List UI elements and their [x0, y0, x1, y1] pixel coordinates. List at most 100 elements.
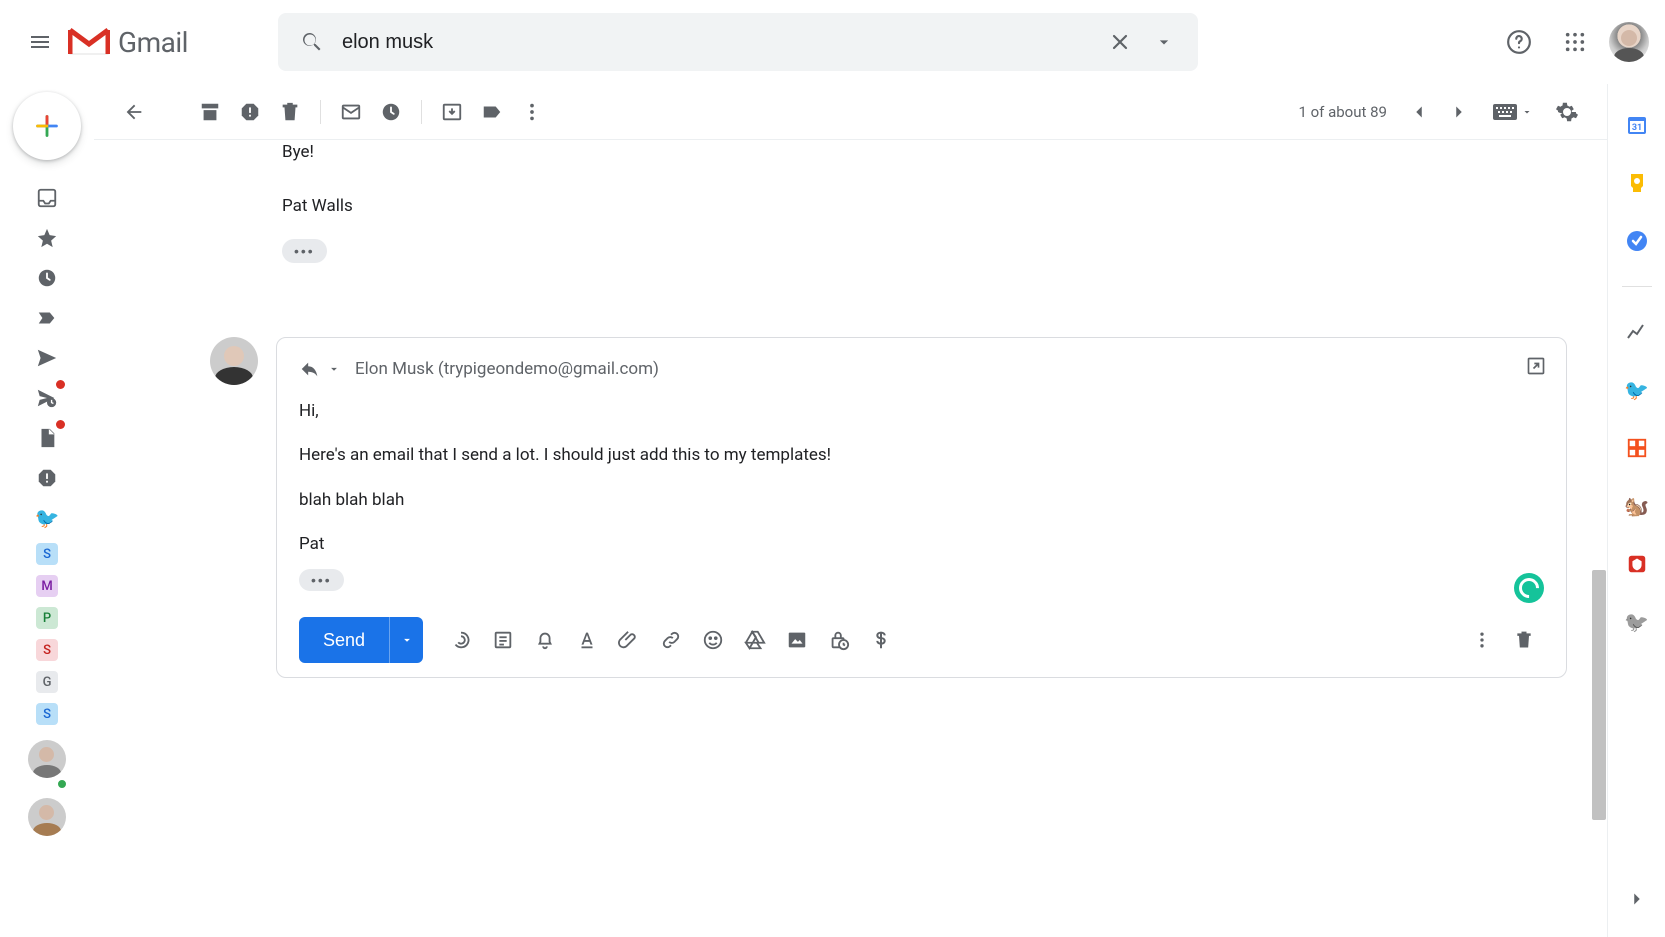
- sidebar-snoozed[interactable]: [31, 262, 63, 294]
- gmail-logo[interactable]: Gmail: [68, 26, 188, 59]
- sidebar-pigeon[interactable]: 🐦: [31, 502, 63, 534]
- money-button[interactable]: [861, 620, 901, 660]
- archive-button[interactable]: [190, 92, 230, 132]
- send-button[interactable]: Send: [299, 617, 389, 663]
- sidebar-label-6[interactable]: S: [36, 703, 58, 725]
- search-input[interactable]: [334, 31, 1098, 54]
- shield-icon: [1626, 553, 1648, 575]
- sidebar-label-3[interactable]: P: [36, 607, 58, 629]
- sidebar-drafts[interactable]: [31, 422, 63, 454]
- sidebar-sent[interactable]: [31, 342, 63, 374]
- formatting-button[interactable]: [567, 620, 607, 660]
- templates-button[interactable]: [483, 620, 523, 660]
- apps-button[interactable]: [1553, 20, 1597, 64]
- prev-msg-signature: Pat Walls: [282, 194, 1607, 220]
- insert-photo-button[interactable]: [777, 620, 817, 660]
- popout-button[interactable]: [1526, 356, 1546, 376]
- report-icon: [239, 101, 261, 123]
- attach-button[interactable]: [609, 620, 649, 660]
- chevron-down-icon: [1521, 106, 1533, 118]
- grammarly-button[interactable]: [1514, 573, 1544, 603]
- reply-icon: [299, 358, 321, 380]
- support-button[interactable]: [1497, 20, 1541, 64]
- more-actions-button[interactable]: [512, 92, 552, 132]
- sidebar-inbox[interactable]: [31, 182, 63, 214]
- expand-panel-button[interactable]: [1619, 881, 1655, 917]
- reminder-button[interactable]: [525, 620, 565, 660]
- compose-sender-avatar[interactable]: [210, 337, 258, 385]
- compose-body[interactable]: Hi, Here's an email that I send a lot. I…: [299, 398, 1544, 557]
- report-spam-button[interactable]: [230, 92, 270, 132]
- keep-addon[interactable]: [1624, 170, 1650, 196]
- compose-recipient[interactable]: Elon Musk (trypigeondemo@gmail.com): [355, 359, 659, 379]
- delete-button[interactable]: [270, 92, 310, 132]
- search-icon[interactable]: [290, 20, 334, 64]
- search-box[interactable]: [278, 13, 1198, 71]
- image-icon: [786, 629, 808, 651]
- reply-type-button[interactable]: [299, 358, 341, 380]
- compose-line: Hi,: [299, 398, 1544, 424]
- move-to-button[interactable]: [432, 92, 472, 132]
- calendar-addon[interactable]: 31: [1624, 112, 1650, 138]
- addon-bird[interactable]: 🐦: [1624, 377, 1650, 403]
- presence-indicator: [56, 778, 68, 790]
- drive-icon: [744, 629, 766, 651]
- pigeon-button[interactable]: [441, 620, 481, 660]
- discard-button[interactable]: [1504, 620, 1544, 660]
- sidebar-important[interactable]: [31, 302, 63, 334]
- drive-button[interactable]: [735, 620, 775, 660]
- next-page-button[interactable]: [1439, 92, 1479, 132]
- confidential-button[interactable]: [819, 620, 859, 660]
- chevron-down-icon: [327, 362, 341, 376]
- sidebar-label-5[interactable]: G: [36, 671, 58, 693]
- clear-search-button[interactable]: [1098, 20, 1142, 64]
- paperclip-icon: [618, 629, 640, 651]
- account-avatar[interactable]: [1609, 22, 1649, 62]
- tasks-addon[interactable]: [1624, 228, 1650, 254]
- sidebar-label-2[interactable]: M: [36, 575, 58, 597]
- apps-grid-icon: [1564, 31, 1586, 53]
- clock-icon: [380, 101, 402, 123]
- prev-page-button[interactable]: [1399, 92, 1439, 132]
- template-icon: [492, 629, 514, 651]
- compose-more-button[interactable]: [1462, 620, 1502, 660]
- important-tag-icon: [36, 307, 58, 329]
- sidebar-spam[interactable]: [31, 462, 63, 494]
- mark-unread-button[interactable]: [331, 92, 371, 132]
- back-button[interactable]: [114, 92, 154, 132]
- main-column: 1 of about 89 Bye! Pat Walls •••: [94, 84, 1607, 937]
- addon-analytics[interactable]: [1624, 319, 1650, 345]
- addon-bird-2[interactable]: 🐦: [1624, 609, 1650, 635]
- search-options-button[interactable]: [1142, 20, 1186, 64]
- lock-clock-icon: [828, 629, 850, 651]
- sidebar-starred[interactable]: [31, 222, 63, 254]
- sidebar-label-4[interactable]: S: [36, 639, 58, 661]
- chevron-right-icon: [1626, 888, 1648, 910]
- sidebar-scheduled[interactable]: [31, 382, 63, 414]
- inbox-icon: [36, 187, 58, 209]
- emoji-button[interactable]: [693, 620, 733, 660]
- addon-grid[interactable]: [1624, 435, 1650, 461]
- addon-squirrel[interactable]: 🐿️: [1624, 493, 1650, 519]
- sidebar-label-1[interactable]: S: [36, 543, 58, 565]
- show-trimmed-button[interactable]: •••: [282, 239, 327, 263]
- gear-icon: [1555, 100, 1579, 124]
- content-area: Bye! Pat Walls ••• Elon Musk (trypigeond…: [94, 140, 1607, 937]
- compose-toolbar: Send: [299, 617, 1544, 663]
- main-menu-button[interactable]: [16, 18, 64, 66]
- chart-line-icon: [1625, 320, 1649, 344]
- insert-link-button[interactable]: [651, 620, 691, 660]
- scrollbar-thumb[interactable]: [1592, 570, 1606, 820]
- snooze-button[interactable]: [371, 92, 411, 132]
- compose-button[interactable]: [13, 92, 81, 160]
- labels-button[interactable]: [472, 92, 512, 132]
- compose-line: blah blah blah: [299, 487, 1544, 513]
- archive-icon: [199, 101, 221, 123]
- send-options-button[interactable]: [389, 617, 423, 663]
- hangouts-avatar-2[interactable]: [28, 798, 66, 836]
- hangouts-avatar-1[interactable]: [28, 740, 66, 778]
- compose-show-trimmed-button[interactable]: •••: [299, 569, 344, 591]
- settings-button[interactable]: [1547, 92, 1587, 132]
- addon-red[interactable]: [1624, 551, 1650, 577]
- input-tools-button[interactable]: [1493, 104, 1533, 120]
